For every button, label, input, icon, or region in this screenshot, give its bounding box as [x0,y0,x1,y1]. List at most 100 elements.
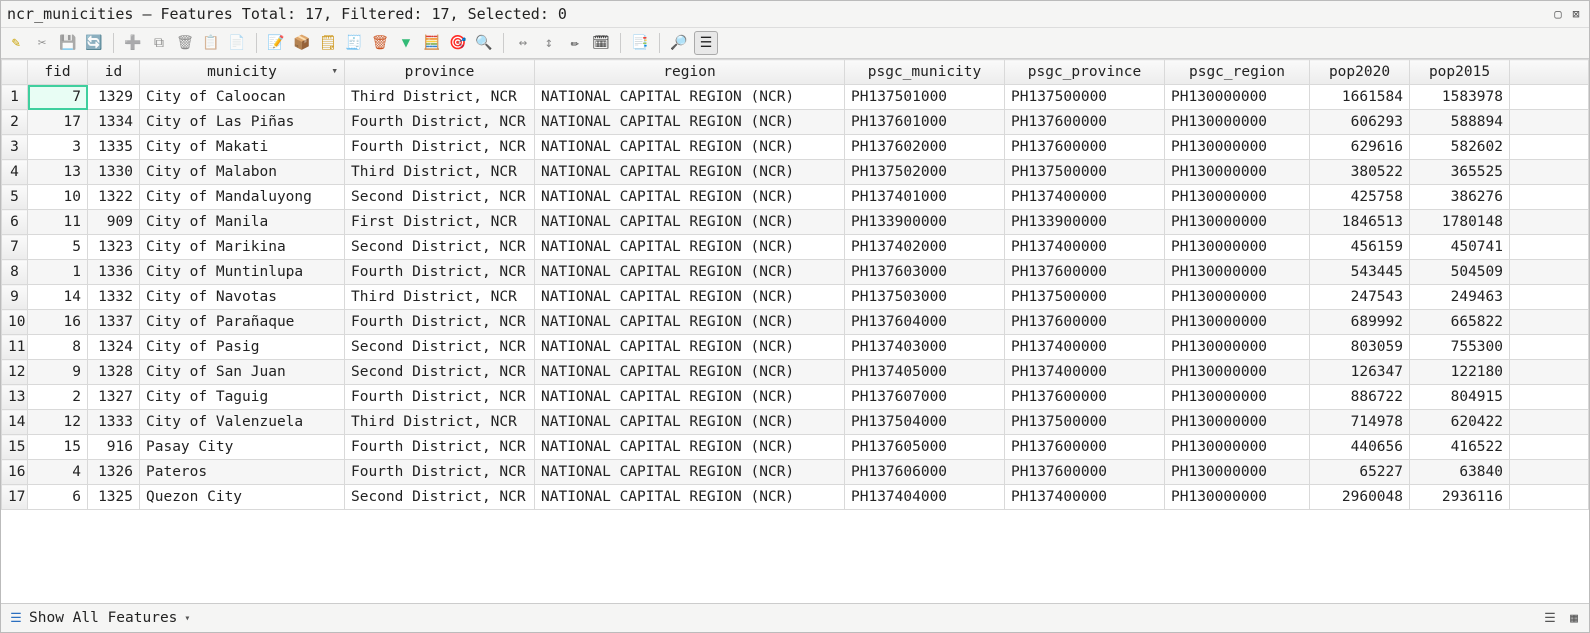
maximize-icon[interactable]: ▢ [1551,7,1565,21]
cell-fid[interactable]: 5 [28,235,88,260]
table-row[interactable]: 10161337City of ParañaqueFourth District… [2,310,1589,335]
cell-pop2015[interactable]: 588894 [1410,110,1510,135]
cell-psgc-region[interactable]: PH130000000 [1165,235,1310,260]
table-row[interactable]: 1761325Quezon CitySecond District, NCRNA… [2,485,1589,510]
cell-pop2020[interactable]: 456159 [1310,235,1410,260]
move-selection-top-icon[interactable]: 🧮 [421,32,443,54]
cell-fid[interactable]: 1 [28,260,88,285]
cell-pop2020[interactable]: 126347 [1310,360,1410,385]
close-icon[interactable]: ⊠ [1569,7,1583,21]
cell-psgc-province[interactable]: PH137600000 [1005,260,1165,285]
cell-region[interactable]: NATIONAL CAPITAL REGION (NCR) [535,485,845,510]
cell-psgc-region[interactable]: PH130000000 [1165,160,1310,185]
cell-province[interactable]: Fourth District, NCR [345,385,535,410]
row-number-cell[interactable]: 2 [2,110,28,135]
cell-pop2015[interactable]: 665822 [1410,310,1510,335]
cell-fid[interactable]: 9 [28,360,88,385]
cell-psgc-region[interactable]: PH130000000 [1165,135,1310,160]
cell-municity[interactable]: Pateros [140,460,345,485]
cell-fid[interactable]: 16 [28,310,88,335]
cell-fid[interactable]: 6 [28,485,88,510]
toggle-editing-icon[interactable]: ✎ [5,32,27,54]
dock-table-icon[interactable]: ☰ [694,31,718,55]
table-row[interactable]: 331335City of MakatiFourth District, NCR… [2,135,1589,160]
add-feature-icon[interactable]: ➕ [122,32,144,54]
cell-region[interactable]: NATIONAL CAPITAL REGION (NCR) [535,360,845,385]
cell-pop2020[interactable]: 440656 [1310,435,1410,460]
cell-fid[interactable]: 15 [28,435,88,460]
cell-province[interactable]: Second District, NCR [345,360,535,385]
cell-pop2020[interactable]: 425758 [1310,185,1410,210]
cell-municity[interactable]: City of Makati [140,135,345,160]
cell-pop2020[interactable]: 886722 [1310,385,1410,410]
conditional-formatting-icon[interactable]: 📑 [629,32,651,54]
cell-psgc-region[interactable]: PH130000000 [1165,435,1310,460]
cell-fid[interactable]: 4 [28,460,88,485]
paste-features-icon[interactable]: 📄 [226,32,248,54]
cell-region[interactable]: NATIONAL CAPITAL REGION (NCR) [535,385,845,410]
cell-municity[interactable]: City of Marikina [140,235,345,260]
cell-pop2015[interactable]: 122180 [1410,360,1510,385]
cell-psgc-region[interactable]: PH130000000 [1165,210,1310,235]
cell-municity[interactable]: Quezon City [140,485,345,510]
cell-psgc-province[interactable]: PH137600000 [1005,310,1165,335]
table-row[interactable]: 1181324City of PasigSecond District, NCR… [2,335,1589,360]
table-view-icon[interactable]: ▦ [1565,609,1583,627]
cell-pop2015[interactable]: 365525 [1410,160,1510,185]
cell-id[interactable]: 1337 [88,310,140,335]
cell-pop2020[interactable]: 606293 [1310,110,1410,135]
cell-psgc-municity[interactable]: PH137602000 [845,135,1005,160]
cell-province[interactable]: Third District, NCR [345,410,535,435]
cell-id[interactable]: 1324 [88,335,140,360]
cell-id[interactable]: 916 [88,435,140,460]
cell-fid[interactable]: 2 [28,385,88,410]
cell-municity[interactable]: City of Parañaque [140,310,345,335]
filter-mode-caret-icon[interactable]: ▾ [181,613,193,624]
row-number-cell[interactable]: 6 [2,210,28,235]
table-row[interactable]: 811336City of MuntinlupaFourth District,… [2,260,1589,285]
cell-province[interactable]: Third District, NCR [345,285,535,310]
organize-columns-icon[interactable]: ✏ [564,32,586,54]
cell-region[interactable]: NATIONAL CAPITAL REGION (NCR) [535,160,845,185]
cell-psgc-municity[interactable]: PH137501000 [845,85,1005,110]
cell-psgc-municity[interactable]: PH133900000 [845,210,1005,235]
cell-municity[interactable]: City of Taguig [140,385,345,410]
cell-psgc-municity[interactable]: PH137605000 [845,435,1005,460]
cell-municity[interactable]: City of Malabon [140,160,345,185]
cell-fid[interactable]: 8 [28,335,88,360]
invert-selection-icon[interactable]: 🗒 [317,32,339,54]
cell-id[interactable]: 1322 [88,185,140,210]
table-row[interactable]: 751323City of MarikinaSecond District, N… [2,235,1589,260]
cell-municity[interactable]: City of Mandaluyong [140,185,345,210]
save-edits-icon[interactable]: 💾 [57,32,79,54]
cell-psgc-municity[interactable]: PH137603000 [845,260,1005,285]
cell-psgc-municity[interactable]: PH137404000 [845,485,1005,510]
cell-id[interactable]: 1327 [88,385,140,410]
row-number-cell[interactable]: 5 [2,185,28,210]
row-number-cell[interactable]: 7 [2,235,28,260]
cell-pop2015[interactable]: 2936116 [1410,485,1510,510]
cell-psgc-province[interactable]: PH137400000 [1005,185,1165,210]
table-row[interactable]: 9141332City of NavotasThird District, NC… [2,285,1589,310]
pan-to-selected-icon[interactable]: 🎯 [447,32,469,54]
table-row[interactable]: 611909City of ManilaFirst District, NCRN… [2,210,1589,235]
cell-province[interactable]: Fourth District, NCR [345,435,535,460]
new-field-icon[interactable]: ↔ [512,32,534,54]
column-header-province[interactable]: province [345,60,535,85]
cell-pop2015[interactable]: 804915 [1410,385,1510,410]
cell-psgc-province[interactable]: PH137400000 [1005,485,1165,510]
cell-pop2015[interactable]: 416522 [1410,435,1510,460]
cell-province[interactable]: Second District, NCR [345,335,535,360]
cell-psgc-municity[interactable]: PH137405000 [845,360,1005,385]
cell-region[interactable]: NATIONAL CAPITAL REGION (NCR) [535,135,845,160]
cell-province[interactable]: First District, NCR [345,210,535,235]
cell-psgc-municity[interactable]: PH137402000 [845,235,1005,260]
cell-pop2020[interactable]: 714978 [1310,410,1410,435]
cell-id[interactable]: 1336 [88,260,140,285]
cell-pop2020[interactable]: 803059 [1310,335,1410,360]
reload-icon[interactable]: 🔄 [83,32,105,54]
row-number-cell[interactable]: 17 [2,485,28,510]
cell-psgc-municity[interactable]: PH137401000 [845,185,1005,210]
cell-pop2015[interactable]: 582602 [1410,135,1510,160]
cell-pop2015[interactable]: 1780148 [1410,210,1510,235]
